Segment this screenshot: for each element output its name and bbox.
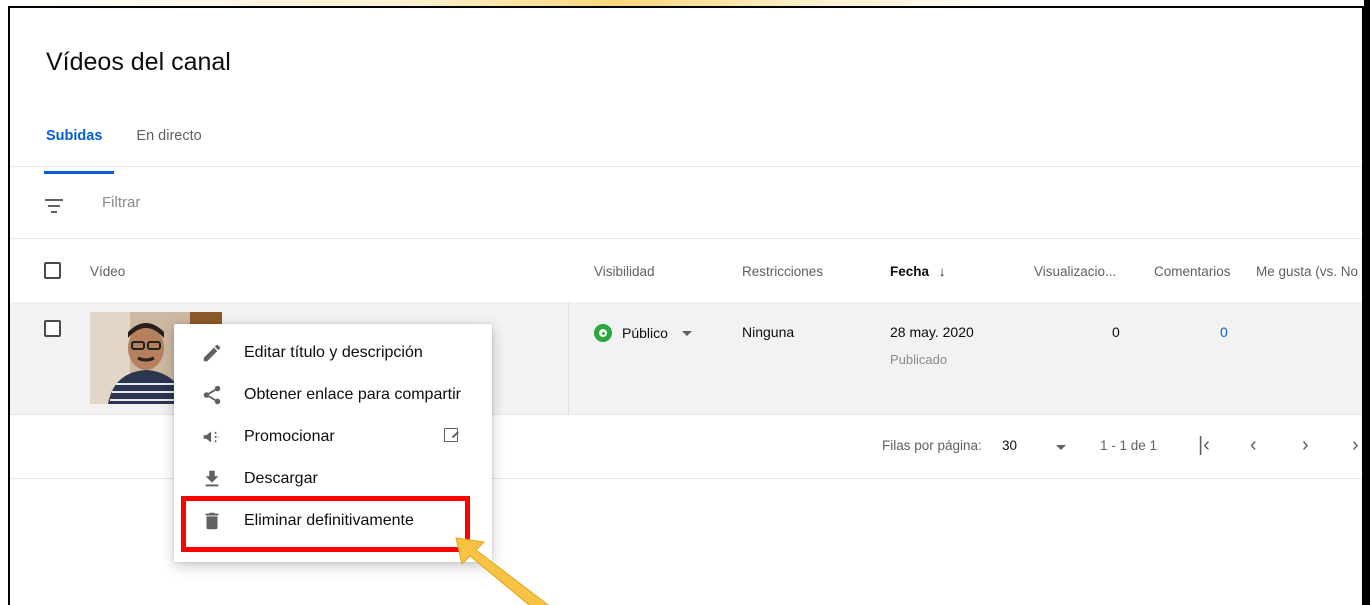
menu-item-label: Editar título y descripción — [244, 344, 423, 361]
filter-input[interactable] — [102, 194, 402, 211]
menu-item-label: Descargar — [244, 470, 318, 487]
eye-icon — [594, 324, 612, 342]
visibility-dropdown[interactable]: Público — [594, 324, 692, 342]
filter-bar — [10, 166, 1362, 238]
tab-bar: Subidas En directo — [43, 128, 236, 174]
visibility-value: Público — [622, 325, 668, 341]
filter-icon[interactable] — [44, 198, 64, 214]
page-title: Vídeos del canal — [46, 48, 231, 76]
chevron-down-icon — [681, 330, 692, 336]
menu-item-promote[interactable]: Promocionar — [174, 416, 492, 458]
column-header-views[interactable]: Visualizacio... — [1034, 264, 1116, 279]
first-page-button[interactable]: |‹ — [1198, 434, 1210, 457]
menu-item-delete-forever[interactable]: Eliminar definitivamente — [174, 500, 492, 542]
download-icon — [205, 470, 219, 487]
divider — [10, 238, 1362, 239]
column-header-comments[interactable]: Comentarios — [1154, 264, 1231, 279]
select-all-checkbox[interactable] — [44, 262, 61, 279]
page-range: 1 - 1 de 1 — [1100, 438, 1158, 453]
external-link-icon — [444, 428, 458, 442]
menu-item-share-link[interactable]: Obtener enlace para compartir — [174, 374, 492, 416]
column-header-likes[interactable]: Me gusta (vs. No — [1256, 264, 1358, 279]
video-options-menu: Editar título y descripción Obtener enla… — [174, 324, 492, 562]
column-divider — [568, 302, 569, 414]
restrictions-value: Ninguna — [742, 324, 795, 340]
tab-live[interactable]: En directo — [136, 128, 201, 166]
comments-link[interactable]: 0 — [1220, 324, 1228, 340]
megaphone-icon — [203, 430, 219, 444]
row-checkbox[interactable] — [44, 320, 61, 337]
table-header: Vídeo Visibilidad Restricciones Fecha ↓ … — [10, 240, 1362, 302]
last-page-button[interactable]: › — [1352, 434, 1359, 457]
next-page-button[interactable]: › — [1302, 434, 1309, 457]
rows-per-page-label: Filas por página: — [882, 438, 982, 453]
column-header-visibility[interactable]: Visibilidad — [594, 264, 655, 279]
rows-per-page-select[interactable]: 30 — [1002, 438, 1017, 453]
views-value: 0 — [1112, 324, 1120, 340]
date-header-label: Fecha — [890, 264, 930, 279]
column-header-date[interactable]: Fecha ↓ — [890, 264, 946, 279]
menu-item-label: Obtener enlace para compartir — [244, 386, 461, 403]
sort-down-icon: ↓ — [938, 264, 946, 279]
previous-page-button[interactable]: ‹ — [1250, 434, 1257, 457]
share-icon — [203, 385, 221, 405]
chevron-down-icon[interactable] — [1056, 445, 1066, 450]
tab-uploads[interactable]: Subidas — [43, 128, 115, 174]
right-border — [1364, 0, 1370, 605]
pencil-icon — [203, 344, 221, 362]
column-header-video[interactable]: Vídeo — [90, 264, 125, 279]
date-value: 28 may. 2020 — [890, 324, 974, 340]
trash-icon — [205, 512, 219, 530]
date-status: Publicado — [890, 352, 948, 367]
menu-item-label: Eliminar definitivamente — [244, 512, 414, 529]
menu-item-edit[interactable]: Editar título y descripción — [174, 332, 492, 374]
menu-item-download[interactable]: Descargar — [174, 458, 492, 500]
column-header-restrictions[interactable]: Restricciones — [742, 264, 823, 279]
menu-item-label: Promocionar — [244, 428, 335, 445]
